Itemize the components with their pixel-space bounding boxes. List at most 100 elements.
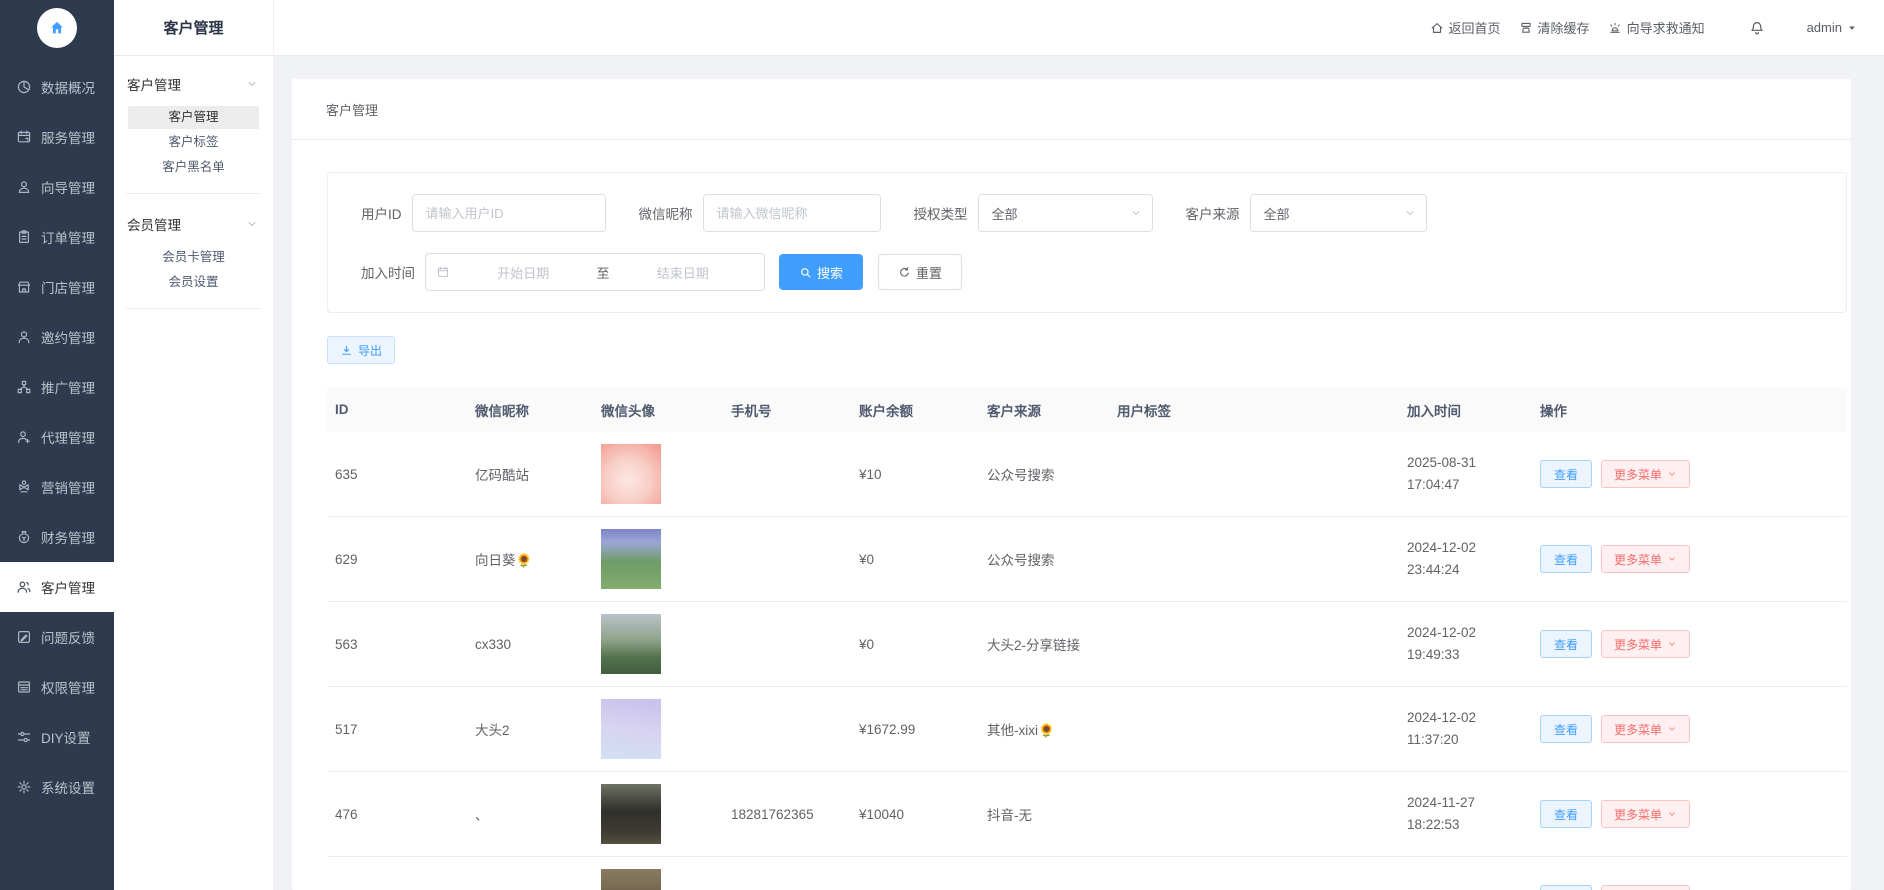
- cell-join-time: 2024-11-2718:22:53: [1399, 792, 1532, 837]
- cell-source: 大头2-分享链接: [979, 634, 1109, 654]
- submenu-group-member-management-group[interactable]: 会员管理: [114, 204, 273, 244]
- sidebar-item-store-management[interactable]: 门店管理: [0, 262, 114, 312]
- submenu-item-customer-blacklist[interactable]: 客户黑名单: [128, 156, 259, 179]
- cell-balance: ¥10: [851, 467, 979, 482]
- view-button[interactable]: 查看: [1540, 630, 1592, 658]
- caret-down-icon: [1847, 23, 1857, 33]
- sidebar-item-order-management[interactable]: 订单管理: [0, 212, 114, 262]
- sidebar-item-label: 邀约管理: [41, 327, 95, 347]
- wechat-avatar: [601, 614, 661, 674]
- sidebar-item-service-management[interactable]: 服务管理: [0, 112, 114, 162]
- finance-icon: [16, 529, 32, 545]
- sidebar-item-label: 财务管理: [41, 527, 95, 547]
- wechat-avatar: [601, 699, 661, 759]
- submenu-item-customer-tags[interactable]: 客户标签: [128, 131, 259, 154]
- reset-button[interactable]: 重置: [878, 254, 962, 290]
- auth-type-select[interactable]: 全部: [978, 194, 1153, 232]
- more-menu-label: 更多菜单: [1614, 466, 1662, 483]
- more-menu-button[interactable]: 更多菜单: [1601, 545, 1690, 573]
- column-header: 微信头像: [593, 400, 723, 420]
- more-menu-button[interactable]: 更多菜单: [1601, 885, 1690, 890]
- sub-sidebar: 客户管理 客户管理客户管理客户标签客户黑名单会员管理会员卡管理会员设置: [114, 0, 274, 890]
- table-row: 629向日葵🌻¥0公众号搜索2024-12-0223:44:24查看更多菜单: [327, 517, 1847, 602]
- view-button[interactable]: 查看: [1540, 460, 1592, 488]
- chevron-down-icon: [246, 218, 258, 230]
- submenu-item-member-card-management[interactable]: 会员卡管理: [128, 246, 259, 269]
- join-time-range-picker[interactable]: 开始日期 至 结束日期: [425, 253, 765, 291]
- column-header: ID: [327, 402, 467, 417]
- view-button[interactable]: 查看: [1540, 885, 1592, 890]
- submenu-item-member-settings[interactable]: 会员设置: [128, 271, 259, 294]
- sidebar-item-data-overview[interactable]: 数据概况: [0, 62, 114, 112]
- sidebar-item-permission-management[interactable]: 权限管理: [0, 662, 114, 712]
- more-menu-button[interactable]: 更多菜单: [1601, 715, 1690, 743]
- settings-icon: [16, 779, 32, 795]
- feedback-icon: [16, 629, 32, 645]
- breadcrumb: 客户管理: [292, 79, 1851, 140]
- more-menu-button[interactable]: 更多菜单: [1601, 800, 1690, 828]
- more-menu-label: 更多菜单: [1614, 636, 1662, 653]
- date-separator: 至: [595, 263, 612, 282]
- cell-join-time: 2024-12-0223:44:24: [1399, 537, 1532, 582]
- sidebar-item-feedback[interactable]: 问题反馈: [0, 612, 114, 662]
- topbar-link-clear-cache[interactable]: 清除缓存: [1519, 18, 1590, 37]
- cell-avatar: [593, 529, 723, 589]
- cell-join-time: 2024-12-0219:49:33: [1399, 622, 1532, 667]
- export-button[interactable]: 导出: [327, 336, 395, 364]
- divider: [126, 193, 261, 194]
- pie-chart-icon: [16, 79, 32, 95]
- service-icon: [16, 129, 32, 145]
- sidebar-item-finance-management[interactable]: 财务管理: [0, 512, 114, 562]
- sidebar-item-customer-management[interactable]: 客户管理: [0, 562, 114, 612]
- submenu-item-customer-management[interactable]: 客户管理: [128, 106, 259, 129]
- view-button[interactable]: 查看: [1540, 545, 1592, 573]
- cell-avatar: [593, 784, 723, 844]
- download-icon: [340, 344, 353, 357]
- wechat-avatar: [601, 444, 661, 504]
- search-button[interactable]: 搜索: [779, 254, 863, 290]
- source-label: 客户来源: [1186, 203, 1240, 223]
- sidebar-item-guide-management[interactable]: 向导管理: [0, 162, 114, 212]
- sidebar-item-label: 系统设置: [41, 777, 95, 797]
- agent-icon: [16, 429, 32, 445]
- cell-id: 629: [327, 552, 467, 567]
- join-time-label: 加入时间: [361, 262, 415, 282]
- notification-bell-icon[interactable]: [1749, 20, 1765, 36]
- sidebar-item-agent-management[interactable]: 代理管理: [0, 412, 114, 462]
- customer-icon: [16, 579, 32, 595]
- submenu-group-customer-management-group[interactable]: 客户管理: [114, 64, 273, 104]
- cell-balance: ¥0: [851, 552, 979, 567]
- sidebar-item-label: 订单管理: [41, 227, 95, 247]
- cell-nickname: 大头2: [467, 719, 593, 739]
- user-menu[interactable]: admin: [1807, 20, 1857, 35]
- topbar-link-guide-sos-notice[interactable]: 向导求救通知: [1608, 18, 1705, 37]
- view-button[interactable]: 查看: [1540, 800, 1592, 828]
- more-menu-button[interactable]: 更多菜单: [1601, 630, 1690, 658]
- auth-type-label: 授权类型: [914, 203, 968, 223]
- promotion-icon: [16, 379, 32, 395]
- start-date-placeholder: 开始日期: [452, 263, 595, 282]
- topbar-link-back-home[interactable]: 返回首页: [1430, 18, 1501, 37]
- topbar-link-label: 向导求救通知: [1627, 18, 1705, 37]
- sub-sidebar-title: 客户管理: [114, 0, 273, 56]
- sidebar-item-marketing-management[interactable]: 营销管理: [0, 462, 114, 512]
- more-menu-button[interactable]: 更多菜单: [1601, 460, 1690, 488]
- main-sidebar: 数据概况服务管理向导管理订单管理门店管理邀约管理推广管理代理管理营销管理财务管理…: [0, 0, 114, 890]
- main-sidebar-nav: 数据概况服务管理向导管理订单管理门店管理邀约管理推广管理代理管理营销管理财务管理…: [0, 62, 114, 812]
- username: admin: [1807, 20, 1842, 35]
- user-id-input[interactable]: [412, 194, 606, 232]
- customer-source-select[interactable]: 全部: [1250, 194, 1427, 232]
- cell-nickname: 亿码酷站: [467, 464, 593, 484]
- sidebar-item-invitation-management[interactable]: 邀约管理: [0, 312, 114, 362]
- logo[interactable]: [0, 0, 114, 56]
- sidebar-item-diy-settings[interactable]: DIY设置: [0, 712, 114, 762]
- sidebar-item-promotion-management[interactable]: 推广管理: [0, 362, 114, 412]
- sidebar-item-system-settings[interactable]: 系统设置: [0, 762, 114, 812]
- cell-actions: 查看 更多菜单: [1532, 630, 1847, 658]
- sidebar-item-label: 推广管理: [41, 377, 95, 397]
- nickname-input[interactable]: [703, 194, 881, 232]
- view-button[interactable]: 查看: [1540, 715, 1592, 743]
- column-header: 账户余额: [851, 400, 979, 420]
- column-header: 手机号: [723, 400, 851, 420]
- order-icon: [16, 229, 32, 245]
